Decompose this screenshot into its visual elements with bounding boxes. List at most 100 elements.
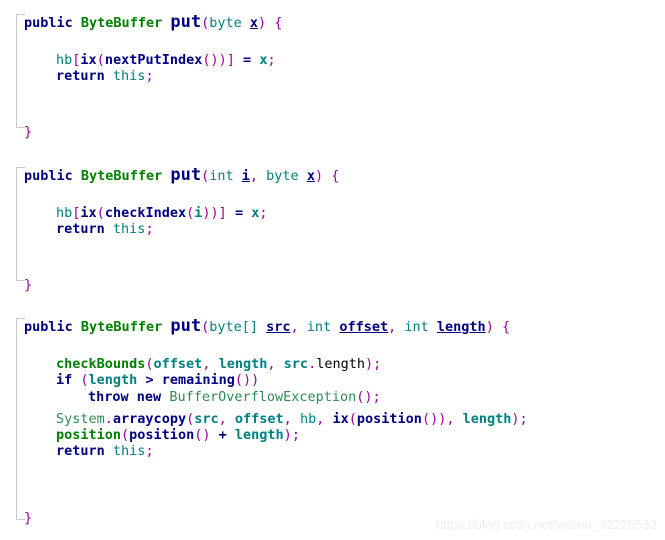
semicolon: ; [291, 427, 300, 443]
paren-close: ) [202, 205, 211, 221]
code-line-body-1-1: hb[ix(nextPutIndex())] = x; [56, 52, 276, 68]
field-hb: hb [56, 205, 73, 221]
watermark-text: https://blog.csdn.net/weixin_42220532 [435, 517, 657, 532]
primitive-int: int [306, 319, 332, 335]
brace-open: { [274, 15, 283, 31]
bracket-close: ] [218, 205, 227, 221]
keyword-return: return [56, 221, 105, 237]
keyword-throw: throw [88, 389, 129, 405]
paren-open: ( [186, 205, 195, 221]
code-fold-bracket-1[interactable] [16, 14, 25, 128]
paren-open: ( [348, 411, 357, 427]
parens-empty: () [202, 52, 219, 68]
paren-close: ) [364, 356, 374, 372]
method-name-put: put [170, 165, 202, 185]
paren-open: ( [201, 15, 210, 31]
keyword-new: new [136, 389, 162, 405]
method-ix: ix [332, 411, 349, 427]
code-line-signature-3: public ByteBuffer put(byte[] src, int of… [24, 316, 511, 336]
keyword-public: public [24, 319, 73, 335]
code-line-body-3-4: System.arraycopy(src, offset, hb, ix(pos… [56, 411, 528, 427]
code-fold-bracket-2[interactable] [16, 167, 25, 281]
paren-open: ( [96, 52, 105, 68]
paren-open: ( [201, 319, 210, 335]
code-editor-viewport[interactable]: public ByteBuffer put(byte x) { hb[ix(ne… [0, 0, 665, 540]
code-line-body-3-5: position(position() + length); [56, 427, 300, 443]
method-position: position [356, 411, 422, 427]
method-checkindex: checkIndex [104, 205, 187, 221]
paren-open: ( [201, 168, 210, 184]
parens-empty: () [356, 389, 373, 405]
paren-open: ( [186, 411, 195, 427]
type-bytebuffer: ByteBuffer [80, 15, 163, 31]
semicolon: ; [519, 411, 528, 427]
method-arraycopy: arraycopy [112, 411, 187, 427]
code-line-body-2-1: hb[ix(checkIndex(i))] = x; [56, 205, 268, 221]
keyword-return: return [56, 443, 105, 459]
paren-close: ) [485, 319, 494, 335]
method-remaining: remaining [161, 372, 235, 388]
code-line-body-2-2: return this; [56, 221, 154, 237]
var-src: src [283, 356, 309, 372]
method-checkbounds: checkBounds [56, 356, 146, 372]
brace-close: } [24, 277, 33, 293]
semicolon: ; [145, 68, 154, 84]
paren-close: ) [283, 427, 292, 443]
method-name-put: put [170, 316, 202, 336]
comma: , [283, 411, 292, 427]
semicolon: ; [372, 389, 381, 405]
code-line-body-3-2: if (length > remaining()) [56, 372, 259, 388]
param-i: i [241, 168, 250, 184]
operator-assign: = [243, 52, 252, 68]
method-name-put: put [170, 12, 202, 32]
comma: , [290, 319, 299, 335]
keyword-public: public [24, 168, 73, 184]
var-offset: offset [153, 356, 203, 372]
brace-open: { [501, 319, 511, 335]
method-ix: ix [80, 52, 97, 68]
paren-close: ) [258, 15, 267, 31]
paren-open: ( [96, 205, 105, 221]
var-offset: offset [234, 411, 284, 427]
param-length: length [436, 319, 486, 335]
code-fold-bracket-3[interactable] [16, 318, 25, 520]
var-length: length [218, 356, 268, 372]
var-src: src [194, 411, 219, 427]
paren-open: ( [145, 356, 154, 372]
method-position: position [56, 427, 122, 443]
code-line-signature-1: public ByteBuffer put(byte x) { [24, 12, 283, 32]
comma: , [267, 356, 276, 372]
dot: . [308, 356, 317, 372]
type-bytebuffer: ByteBuffer [80, 319, 163, 335]
keyword-this: this [112, 443, 146, 459]
primitive-int: int [209, 168, 234, 184]
code-line-body-3-6: return this; [56, 443, 154, 459]
brace-close: } [24, 124, 33, 140]
var-length: length [462, 411, 512, 427]
paren-close: ) [218, 52, 227, 68]
paren-close: ) [511, 411, 520, 427]
paren-open: ( [121, 427, 130, 443]
param-offset: offset [339, 319, 389, 335]
semicolon: ; [267, 52, 276, 68]
class-system: System [56, 411, 105, 427]
